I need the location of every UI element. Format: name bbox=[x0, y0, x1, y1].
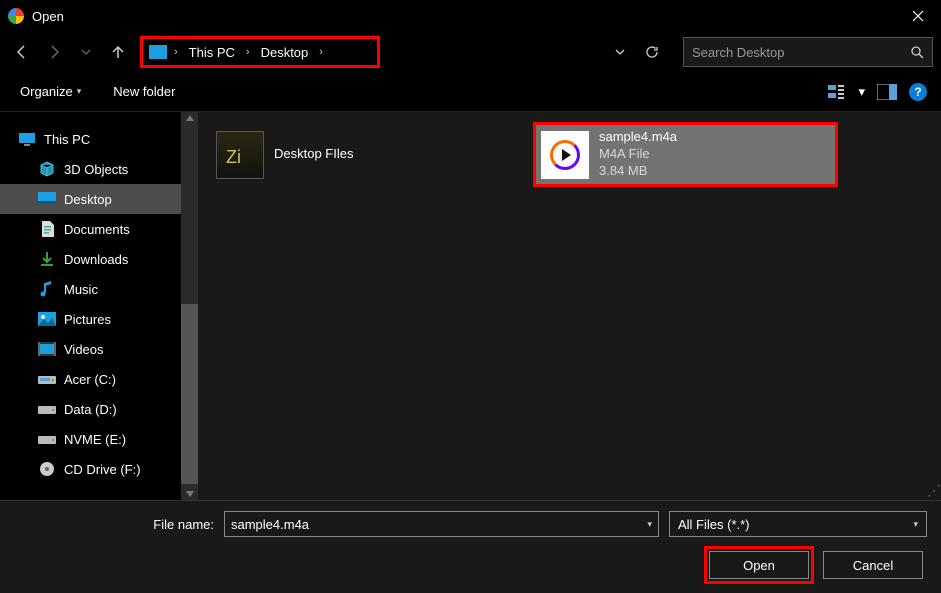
search-input[interactable] bbox=[692, 45, 910, 60]
sidebar-item-documents[interactable]: Documents bbox=[0, 214, 181, 244]
filename-input[interactable] bbox=[231, 517, 647, 532]
organize-menu[interactable]: Organize ▾ bbox=[14, 80, 87, 103]
nav-row: › This PC › Desktop › bbox=[0, 32, 941, 72]
file-item-sample4[interactable]: sample4.m4a M4A File 3.84 MB bbox=[533, 122, 838, 187]
file-item-folder[interactable]: Zi Desktop FIles bbox=[208, 122, 513, 187]
help-button[interactable]: ? bbox=[909, 83, 927, 101]
preview-pane-button[interactable] bbox=[877, 84, 897, 100]
cd-icon bbox=[38, 461, 56, 477]
folder-icon: Zi bbox=[216, 131, 264, 179]
open-button[interactable]: Open bbox=[709, 551, 809, 579]
document-icon bbox=[38, 221, 56, 237]
sidebar-item-cd-drive-f[interactable]: CD Drive (F:) bbox=[0, 454, 181, 484]
drive-icon bbox=[38, 431, 56, 447]
open-label: Open bbox=[743, 558, 775, 573]
filename-combobox[interactable]: ▾ bbox=[224, 511, 659, 537]
chevron-down-icon: ▾ bbox=[77, 86, 82, 97]
sidebar-item-label: This PC bbox=[44, 132, 90, 147]
sidebar-item-nvme-e[interactable]: NVME (E:) bbox=[0, 424, 181, 454]
search-box[interactable] bbox=[683, 37, 933, 67]
search-icon[interactable] bbox=[910, 45, 924, 59]
breadcrumb-this-pc[interactable]: This PC bbox=[185, 43, 239, 62]
dialog-footer: File name: ▾ All Files (*.*) ▾ Open Canc… bbox=[0, 500, 941, 593]
sidebar-item-3d-objects[interactable]: 3D Objects bbox=[0, 154, 181, 184]
sidebar-item-data-d[interactable]: Data (D:) bbox=[0, 394, 181, 424]
file-name: sample4.m4a bbox=[599, 129, 677, 146]
sidebar-item-label: Documents bbox=[64, 222, 130, 237]
sidebar-item-label: Data (D:) bbox=[64, 402, 117, 417]
svg-text:Zi: Zi bbox=[226, 147, 241, 167]
file-name: Desktop FIles bbox=[274, 146, 353, 163]
download-icon bbox=[38, 251, 56, 267]
sidebar-item-label: 3D Objects bbox=[64, 162, 128, 177]
file-list[interactable]: Zi Desktop FIles sample4.m4a M4A File 3.… bbox=[198, 112, 941, 500]
sidebar: This PC 3D Objects Desktop Documents Dow… bbox=[0, 112, 198, 500]
titlebar: Open bbox=[0, 0, 941, 32]
organize-label: Organize bbox=[20, 84, 73, 99]
chevron-right-icon: › bbox=[246, 46, 250, 58]
file-type-filter[interactable]: All Files (*.*) ▾ bbox=[669, 511, 927, 537]
chrome-icon bbox=[8, 8, 24, 24]
preview-pane-icon bbox=[877, 84, 897, 100]
pc-icon bbox=[149, 45, 167, 59]
recent-dropdown-icon[interactable] bbox=[72, 38, 100, 66]
new-folder-button[interactable]: New folder bbox=[107, 80, 181, 103]
scrollbar-thumb[interactable] bbox=[181, 304, 198, 484]
filename-label: File name: bbox=[14, 517, 214, 532]
file-size: 3.84 MB bbox=[599, 163, 677, 180]
sidebar-item-label: Videos bbox=[64, 342, 104, 357]
chevron-right-icon: › bbox=[174, 46, 178, 58]
videos-icon bbox=[38, 341, 56, 357]
chevron-down-icon: ▾ bbox=[913, 519, 918, 530]
sidebar-root-this-pc[interactable]: This PC bbox=[0, 124, 181, 154]
resize-grip-icon: ⋰ bbox=[927, 486, 939, 498]
chevron-right-icon: › bbox=[319, 46, 323, 58]
chevron-down-icon: ▾ bbox=[858, 84, 865, 100]
list-view-icon bbox=[828, 83, 856, 101]
cancel-label: Cancel bbox=[853, 558, 893, 573]
sidebar-item-label: Acer (C:) bbox=[64, 372, 116, 387]
desktop-icon bbox=[38, 191, 56, 207]
sidebar-item-videos[interactable]: Videos bbox=[0, 334, 181, 364]
filter-label: All Files (*.*) bbox=[678, 517, 750, 532]
drive-icon bbox=[38, 401, 56, 417]
sidebar-item-downloads[interactable]: Downloads bbox=[0, 244, 181, 274]
back-button[interactable] bbox=[8, 38, 36, 66]
sidebar-scrollbar[interactable] bbox=[181, 112, 198, 500]
sidebar-item-label: Downloads bbox=[64, 252, 128, 267]
breadcrumb[interactable]: › This PC › Desktop › bbox=[140, 36, 380, 68]
window-title: Open bbox=[32, 9, 895, 24]
sidebar-item-acer-c[interactable]: Acer (C:) bbox=[0, 364, 181, 394]
new-folder-label: New folder bbox=[113, 84, 175, 99]
view-mode-button[interactable]: ▾ bbox=[828, 83, 865, 101]
chevron-down-icon[interactable]: ▾ bbox=[647, 519, 652, 530]
music-icon bbox=[38, 281, 56, 297]
sidebar-item-label: CD Drive (F:) bbox=[64, 462, 141, 477]
forward-button[interactable] bbox=[40, 38, 68, 66]
drive-icon bbox=[38, 371, 56, 387]
media-file-icon bbox=[541, 131, 589, 179]
cancel-button[interactable]: Cancel bbox=[823, 551, 923, 579]
up-button[interactable] bbox=[104, 38, 132, 66]
cube-icon bbox=[38, 161, 56, 177]
breadcrumb-desktop[interactable]: Desktop bbox=[257, 43, 313, 62]
sidebar-item-label: Pictures bbox=[64, 312, 111, 327]
sidebar-item-music[interactable]: Music bbox=[0, 274, 181, 304]
sidebar-item-label: NVME (E:) bbox=[64, 432, 126, 447]
refresh-button[interactable] bbox=[645, 45, 669, 59]
sidebar-item-desktop[interactable]: Desktop bbox=[0, 184, 181, 214]
address-dropdown-icon[interactable] bbox=[615, 49, 635, 55]
sidebar-item-pictures[interactable]: Pictures bbox=[0, 304, 181, 334]
pictures-icon bbox=[38, 311, 56, 327]
sidebar-item-label: Desktop bbox=[64, 192, 112, 207]
pc-icon bbox=[18, 131, 36, 147]
close-button[interactable] bbox=[895, 0, 941, 32]
file-type: M4A File bbox=[599, 146, 677, 163]
sidebar-item-label: Music bbox=[64, 282, 98, 297]
toolbar: Organize ▾ New folder ▾ ? bbox=[0, 72, 941, 112]
